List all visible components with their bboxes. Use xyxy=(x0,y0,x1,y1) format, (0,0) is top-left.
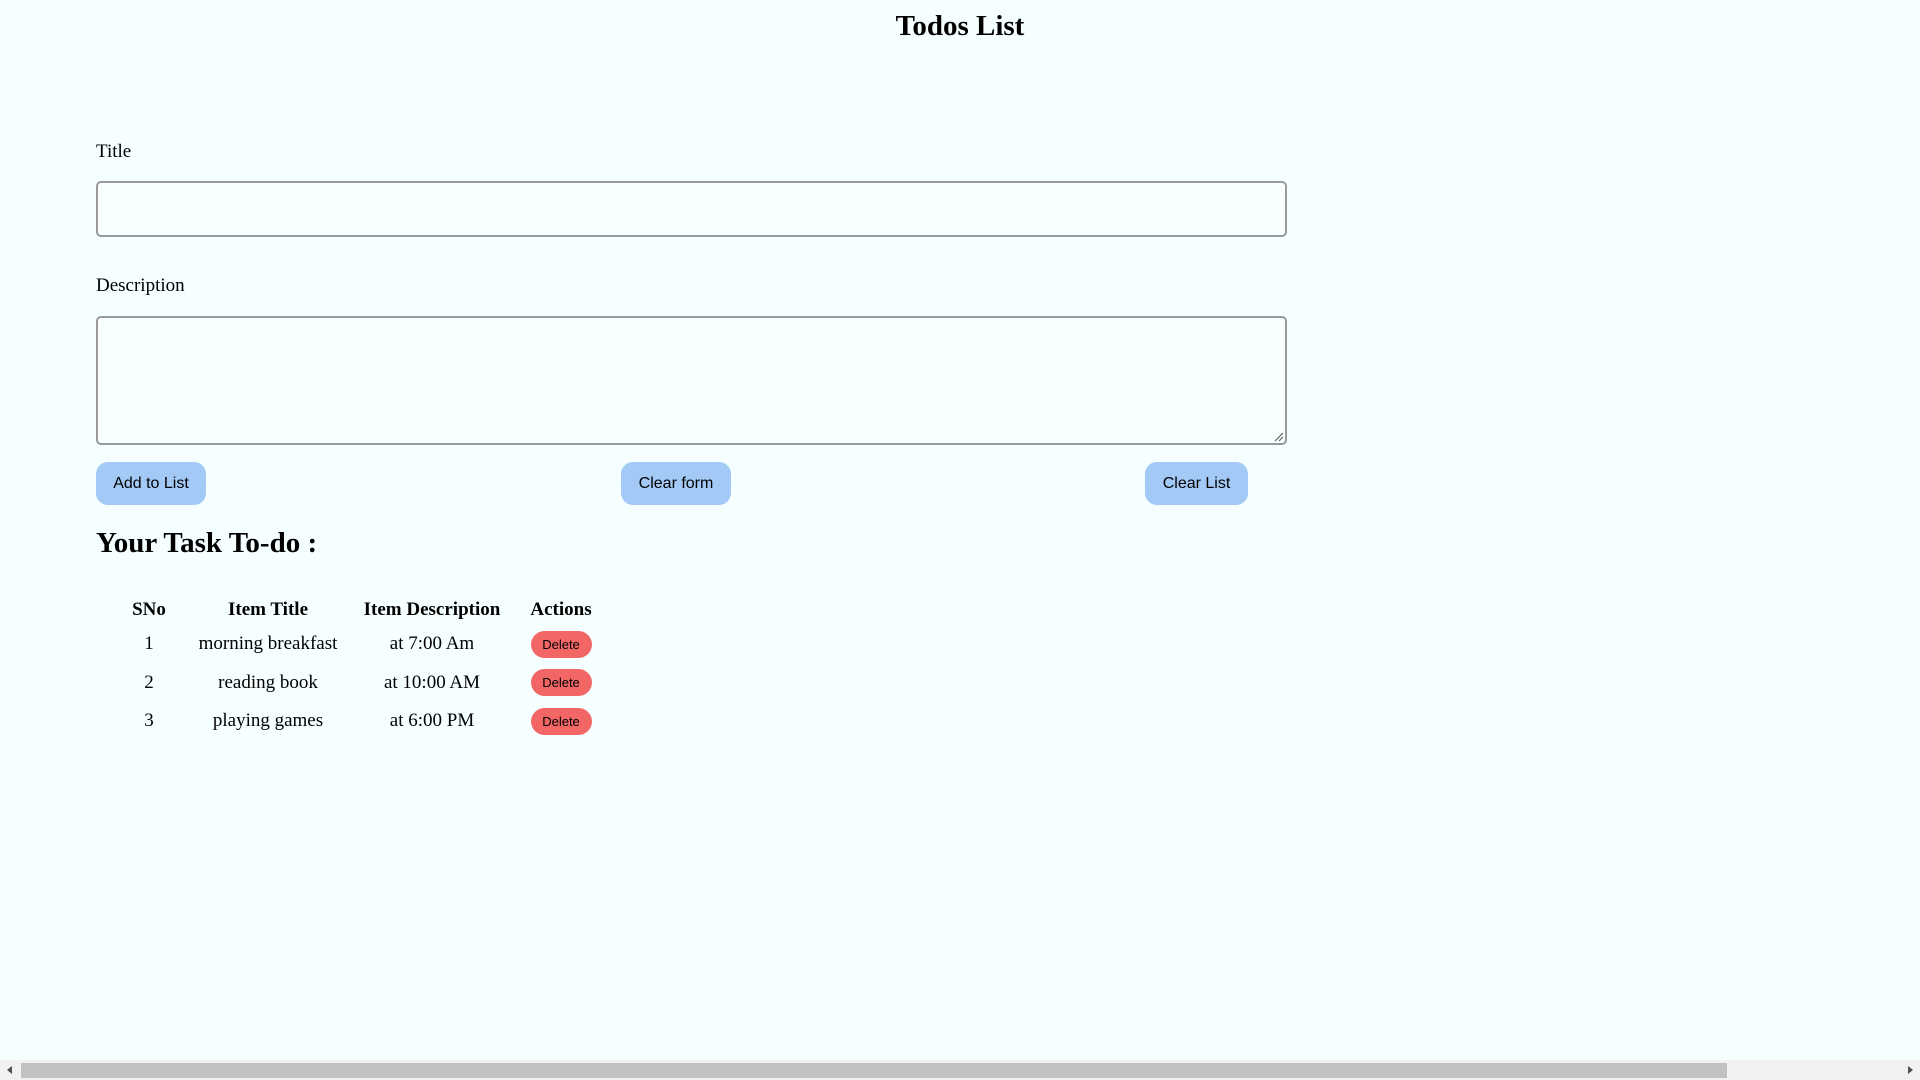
row-sno: 2 xyxy=(144,671,154,693)
table-row: 3 playing games at 6:00 PM Delete xyxy=(120,702,600,741)
tasks-heading: Your Task To-do : xyxy=(96,527,318,559)
clear-list-button[interactable]: Clear List xyxy=(1145,462,1248,505)
table-header-row: SNo Item Title Item Description Actions xyxy=(120,595,600,625)
chevron-right-icon[interactable] xyxy=(1900,1060,1920,1080)
row-actions: Delete xyxy=(522,625,600,664)
row-actions: Delete xyxy=(522,702,600,741)
row-description: at 7:00 Am xyxy=(389,633,475,655)
description-label: Description xyxy=(96,275,185,296)
title-label: Title xyxy=(96,141,132,162)
todo-page: Todos List Title Description Add to List… xyxy=(0,0,1920,1080)
resize-grip-icon[interactable] xyxy=(1273,431,1284,442)
row-sno: 3 xyxy=(144,710,154,732)
column-header-sno: SNo xyxy=(132,599,166,620)
row-title: reading book xyxy=(218,671,318,693)
row-title: morning breakfast xyxy=(198,633,338,655)
delete-button[interactable]: Delete xyxy=(530,669,592,697)
page-title: Todos List xyxy=(895,10,1025,42)
horizontal-scrollbar[interactable] xyxy=(0,1060,1920,1080)
table-row: 2 reading book at 10:00 AM Delete xyxy=(120,664,600,703)
table-row: 1 morning breakfast at 7:00 Am Delete xyxy=(120,625,600,664)
row-description: at 10:00 AM xyxy=(383,671,481,693)
row-actions: Delete xyxy=(522,664,600,703)
clear-form-button[interactable]: Clear form xyxy=(621,462,731,505)
delete-button[interactable]: Delete xyxy=(530,707,592,735)
chevron-left-icon[interactable] xyxy=(0,1060,20,1080)
row-sno: 1 xyxy=(144,633,154,655)
delete-button[interactable]: Delete xyxy=(530,630,592,658)
row-description: at 6:00 PM xyxy=(389,710,475,732)
add-to-list-button[interactable]: Add to List xyxy=(96,462,206,505)
todo-table: SNo Item Title Item Description Actions … xyxy=(104,595,616,741)
row-title: playing games xyxy=(212,710,324,732)
column-header-description: Item Description xyxy=(363,599,501,620)
title-input[interactable] xyxy=(96,181,1287,237)
column-header-actions: Actions xyxy=(530,599,592,620)
column-header-title: Item Title xyxy=(227,599,309,620)
scrollbar-thumb[interactable] xyxy=(21,1063,1727,1078)
description-textarea[interactable] xyxy=(96,316,1287,445)
